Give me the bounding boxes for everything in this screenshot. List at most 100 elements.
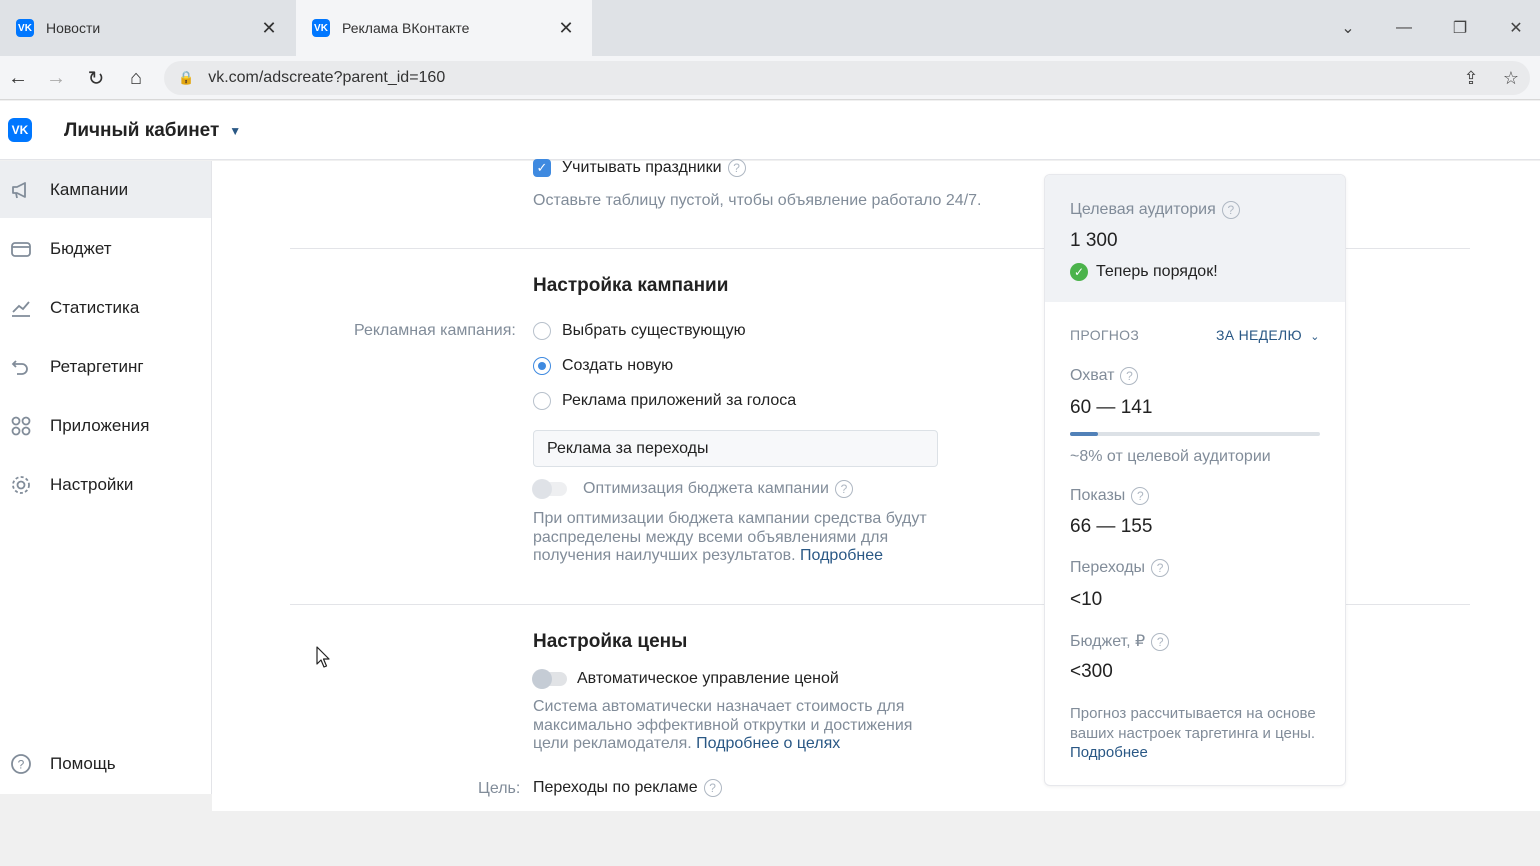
vk-logo-icon[interactable]: VK xyxy=(8,118,32,142)
sidebar-item-settings[interactable]: Настройки xyxy=(0,456,211,513)
goal-value: Переходы по рекламе xyxy=(533,779,698,796)
help-icon: ? xyxy=(10,753,32,775)
tab-list-chevron-icon[interactable]: ⌄ xyxy=(1320,0,1376,56)
schedule-hint: Оставьте таблицу пустой, чтобы объявлени… xyxy=(533,192,982,209)
audience-value: 1 300 xyxy=(1070,230,1118,251)
budget-label-row: Бюджет, ₽? xyxy=(1070,631,1170,651)
budget-label: Бюджет, ₽ xyxy=(1070,633,1146,650)
impressions-label-row: Показы? xyxy=(1070,487,1150,505)
campaign-option-app-votes[interactable]: Реклама приложений за голоса xyxy=(533,392,796,410)
window-close-icon[interactable]: ✕ xyxy=(1488,0,1540,56)
sidebar-item-label: Бюджет xyxy=(50,238,112,258)
reach-label: Охват xyxy=(1070,367,1115,385)
radio-label: Создать новую xyxy=(562,357,674,374)
help-tooltip-icon[interactable]: ? xyxy=(727,159,746,177)
home-icon[interactable]: ⌂ xyxy=(118,56,154,100)
sidebar-item-campaigns[interactable]: Кампании xyxy=(0,161,211,218)
browser-tab-active[interactable]: VK Реклама ВКонтакте ✕ xyxy=(296,0,592,56)
holidays-checkbox-row[interactable]: ✓ Учитывать праздники ? xyxy=(533,159,746,177)
period-label: ЗА НЕДЕЛЮ xyxy=(1216,327,1302,343)
campaign-name-value: Реклама за переходы xyxy=(547,439,709,457)
help-tooltip-icon[interactable]: ? xyxy=(703,779,722,797)
sidebar-item-statistics[interactable]: Статистика xyxy=(0,279,211,336)
share-icon[interactable]: ⇪ xyxy=(1454,61,1488,95)
tab-title: Новости xyxy=(46,20,101,36)
apps-icon xyxy=(10,415,32,437)
campaign-field-label: Рекламная кампания: xyxy=(354,322,516,339)
forecast-label: ПРОГНОЗ xyxy=(1070,327,1140,343)
reach-note: ~8% от целевой аудитории xyxy=(1070,448,1271,465)
address-bar: ← → ↻ ⌂ 🔒 vk.com/adscreate?parent_id=160… xyxy=(0,56,1540,100)
budget-optimization-row[interactable]: Оптимизация бюджета кампании ? xyxy=(532,479,853,499)
cabinet-dropdown[interactable]: Личный кабинет ▼ xyxy=(64,120,241,142)
wallet-icon xyxy=(10,238,32,260)
clicks-label: Переходы xyxy=(1070,559,1146,577)
sidebar-item-label: Ретаргетинг xyxy=(50,356,144,376)
campaign-option-existing[interactable]: Выбрать существующую xyxy=(533,322,746,340)
goals-link[interactable]: Подробнее о целях xyxy=(696,735,840,752)
impressions-value: 66 — 155 xyxy=(1070,516,1153,537)
budget-optimization-toggle[interactable] xyxy=(532,479,567,499)
reach-label-row: Охват? xyxy=(1070,367,1139,385)
goal-label: Цель: xyxy=(478,780,521,797)
impressions-label: Показы xyxy=(1070,487,1126,505)
sidebar-item-apps[interactable]: Приложения xyxy=(0,397,211,454)
help-tooltip-icon[interactable]: ? xyxy=(1131,487,1150,505)
close-icon[interactable]: ✕ xyxy=(259,18,279,39)
help-tooltip-icon[interactable]: ? xyxy=(1151,559,1170,577)
budget-value: <300 xyxy=(1070,661,1113,682)
megaphone-icon xyxy=(10,179,32,201)
holidays-label: Учитывать праздники xyxy=(562,159,722,176)
help-tooltip-icon[interactable]: ? xyxy=(1221,201,1240,219)
period-dropdown[interactable]: ЗА НЕДЕЛЮ ⌄ xyxy=(1216,327,1320,343)
auto-price-label: Автоматическое управление ценой xyxy=(577,670,839,687)
audience-label-row: Целевая аудитория? xyxy=(1070,201,1240,219)
sidebar-item-budget[interactable]: Бюджет xyxy=(0,220,211,277)
browser-tab[interactable]: VK Новости ✕ xyxy=(0,0,295,56)
gear-icon xyxy=(10,474,32,496)
vk-favicon-icon: VK xyxy=(16,19,34,37)
radio-button[interactable] xyxy=(533,322,551,340)
minimize-icon[interactable]: — xyxy=(1376,0,1432,56)
chart-icon xyxy=(10,297,32,319)
sidebar-item-retargeting[interactable]: Ретаргетинг xyxy=(0,338,211,395)
audience-status-text: Теперь порядок! xyxy=(1096,263,1218,281)
clicks-value: <10 xyxy=(1070,589,1103,610)
sidebar-item-label: Приложения xyxy=(50,415,150,435)
help-tooltip-icon[interactable]: ? xyxy=(1120,367,1139,385)
close-icon[interactable]: ✕ xyxy=(556,18,576,39)
radio-label: Реклама приложений за голоса xyxy=(562,392,797,409)
audience-status: ✓ Теперь порядок! xyxy=(1070,263,1218,281)
mouse-cursor-icon xyxy=(316,646,330,668)
help-tooltip-icon[interactable]: ? xyxy=(835,480,853,498)
more-link[interactable]: Подробнее xyxy=(800,547,883,564)
budget-optimization-label: Оптимизация бюджета кампании xyxy=(583,480,829,497)
forecast-panel: Целевая аудитория? 1 300 ✓ Теперь порядок… xyxy=(1044,174,1346,786)
svg-text:?: ? xyxy=(18,757,25,771)
sidebar-item-label: Статистика xyxy=(50,297,140,317)
forward-arrow-icon[interactable]: → xyxy=(38,56,74,100)
campaign-section-title: Настройка кампании xyxy=(533,275,729,296)
help-tooltip-icon[interactable]: ? xyxy=(1151,632,1170,651)
campaign-name-input[interactable]: Реклама за переходы xyxy=(533,430,938,467)
campaign-option-new[interactable]: Создать новую xyxy=(533,357,673,375)
reload-icon[interactable]: ↻ xyxy=(78,56,114,100)
more-link[interactable]: Подробнее xyxy=(1070,744,1148,761)
holidays-checkbox[interactable]: ✓ xyxy=(533,159,551,177)
reach-progress-bar xyxy=(1070,432,1320,436)
radio-button[interactable] xyxy=(533,392,551,410)
forecast-note-text: Прогноз рассчитывается на основе ваших н… xyxy=(1070,705,1316,742)
restore-icon[interactable]: ❐ xyxy=(1432,0,1488,56)
cabinet-label: Личный кабинет xyxy=(64,120,220,141)
back-arrow-icon[interactable]: ← xyxy=(0,56,36,100)
radio-label: Выбрать существующую xyxy=(562,322,746,339)
auto-price-toggle[interactable] xyxy=(532,669,567,689)
sidebar-item-help[interactable]: ? Помощь xyxy=(0,735,211,792)
forecast-note: Прогноз рассчитывается на основе ваших н… xyxy=(1070,704,1320,763)
sidebar-item-label: Настройки xyxy=(50,474,134,494)
auto-price-row[interactable]: Автоматическое управление ценой xyxy=(532,669,839,689)
tab-title: Реклама ВКонтакте xyxy=(342,20,470,36)
url-field[interactable]: 🔒 vk.com/adscreate?parent_id=160 ⇪ ☆ xyxy=(164,61,1530,95)
bookmark-star-icon[interactable]: ☆ xyxy=(1494,61,1528,95)
radio-button[interactable] xyxy=(533,357,551,375)
